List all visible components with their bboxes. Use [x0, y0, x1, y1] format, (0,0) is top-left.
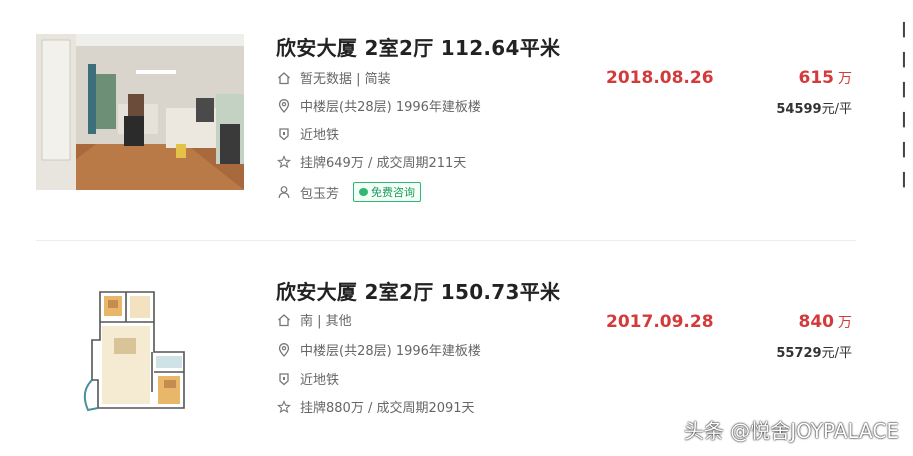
- unit-price: 55729元/平: [692, 342, 852, 361]
- unit-price-value: 54599: [776, 102, 822, 117]
- subway-row: 近地铁: [276, 124, 339, 143]
- location-pin-icon: [276, 98, 292, 114]
- user-icon: [276, 184, 292, 200]
- chat-bubble-icon: [359, 188, 369, 196]
- deal-date: 2017.09.28: [606, 312, 714, 332]
- agent-name[interactable]: 包玉芳: [300, 183, 339, 202]
- shield-tag-icon: [276, 371, 292, 387]
- position-info-row: 中楼层(共28层) 1996年建板楼: [276, 96, 481, 115]
- house-info: 南 | 其他: [300, 314, 352, 329]
- deal-date: 2018.08.26: [606, 68, 714, 88]
- listing-info: 挂牌649万 / 成交周期211天: [300, 156, 467, 171]
- star-icon: [276, 399, 292, 415]
- listing-title[interactable]: 欣安大厦 2室2厅 150.73平米: [276, 276, 560, 305]
- star-icon: [276, 154, 292, 170]
- house-info-row: 暂无数据 | 简装: [276, 68, 391, 87]
- total-price-value: 840: [798, 312, 835, 332]
- listing-divider: [36, 240, 856, 241]
- free-consult-button[interactable]: 免费咨询: [353, 182, 422, 202]
- free-consult-label: 免费咨询: [371, 186, 416, 199]
- location-pin-icon: [276, 342, 292, 358]
- subway-tag: 近地铁: [300, 128, 340, 143]
- cropped-sidebar-mark: ┃: [902, 23, 908, 38]
- total-price: 840 万: [712, 312, 853, 332]
- cropped-sidebar-mark: ┃: [902, 83, 908, 98]
- listing-title[interactable]: 欣安大厦 2室2厅 112.64平米: [276, 32, 560, 61]
- cropped-sidebar: ┃ ┃ ┃ ┃ ┃ ┃: [902, 16, 913, 216]
- listing-info-row: 挂牌880万 / 成交周期2091天: [276, 397, 475, 416]
- unit-price: 54599元/平: [692, 98, 852, 117]
- agent-row: 包玉芳 免费咨询: [276, 182, 422, 202]
- listing-info-row: 挂牌649万 / 成交周期211天: [276, 152, 466, 171]
- subway-tag: 近地铁: [300, 373, 340, 388]
- watermark: 头条 @悦舍JOYPALACE: [683, 419, 899, 443]
- cropped-sidebar-mark: ┃: [902, 53, 908, 68]
- unit-price-suffix: 元/平: [821, 102, 852, 117]
- house-info: 暂无数据 | 简装: [300, 72, 391, 87]
- house-icon: [276, 312, 292, 328]
- cropped-sidebar-mark: ┃: [902, 173, 908, 188]
- house-icon: [276, 70, 292, 86]
- total-price-value: 615: [798, 68, 835, 88]
- cropped-sidebar-mark: ┃: [902, 143, 908, 158]
- total-price-unit: 万: [838, 71, 852, 87]
- listing-info: 挂牌880万 / 成交周期2091天: [300, 401, 475, 416]
- subway-row: 近地铁: [276, 369, 339, 388]
- total-price: 615 万: [712, 68, 853, 88]
- cropped-sidebar-mark: ┃: [902, 113, 908, 128]
- position-info-row: 中楼层(共28层) 1996年建板楼: [276, 340, 481, 359]
- shield-tag-icon: [276, 126, 292, 142]
- house-info-row: 南 | 其他: [276, 310, 352, 329]
- unit-price-value: 55729: [776, 346, 822, 361]
- unit-price-suffix: 元/平: [821, 346, 852, 361]
- position-info: 中楼层(共28层) 1996年建板楼: [300, 100, 481, 115]
- total-price-unit: 万: [838, 315, 852, 331]
- floor-plan-image[interactable]: [74, 280, 210, 430]
- listing-photo[interactable]: [36, 34, 244, 190]
- position-info: 中楼层(共28层) 1996年建板楼: [300, 344, 481, 359]
- listing-item[interactable]: 欣安大厦 2室2厅 112.64平米 暂无数据 | 简装 中楼层(共28层) 1…: [0, 0, 880, 240]
